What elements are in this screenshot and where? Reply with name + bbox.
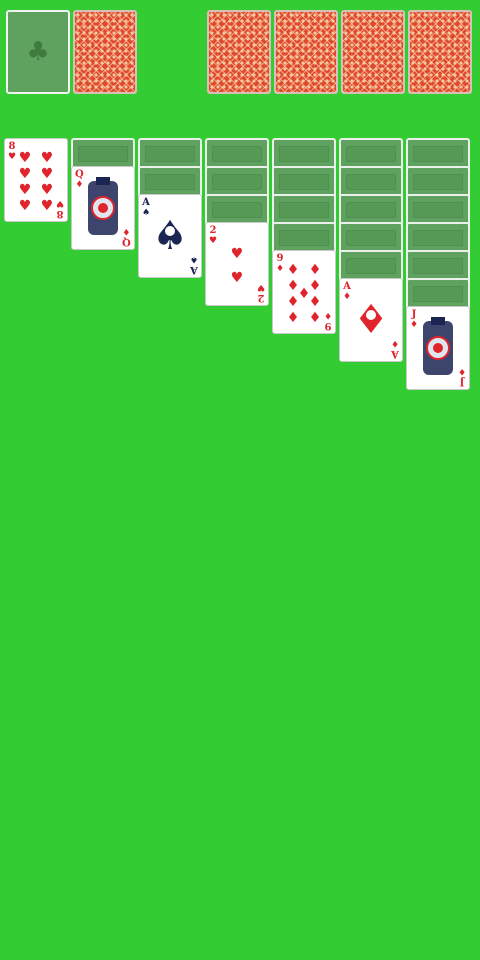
diamond-icon: ♦ <box>122 226 131 236</box>
playing-card-a-of-spades[interactable]: ♠ A♠A♠ <box>138 194 202 278</box>
card-corner-index: J ♦ <box>457 366 466 387</box>
card-rank: A <box>391 348 399 359</box>
foundation-pile-4[interactable] <box>408 10 472 94</box>
card-corner-index: 8 ♥ <box>55 198 64 219</box>
card-rank: A <box>343 281 351 292</box>
card-rank: Q <box>75 169 84 180</box>
stock-pile[interactable]: ♣ <box>6 10 70 94</box>
card-rank: J <box>459 376 465 387</box>
card-corner-index: A ♦ <box>390 338 399 359</box>
spade-icon: ♠ <box>189 254 198 264</box>
diamond-icon: ♦ <box>457 366 466 376</box>
card-corner-index: A ♠ <box>142 198 150 218</box>
svg-text:♥: ♥ <box>231 246 244 262</box>
card-rank: Q <box>122 236 131 247</box>
diamond-icon: ♦ <box>276 264 285 274</box>
foundation-pile-1[interactable] <box>207 10 271 94</box>
playing-card-a-of-diamonds[interactable]: ♦ A♦A♦ <box>339 278 403 362</box>
playing-card-j-of-diamonds[interactable]: J ♦ J ♦ <box>406 306 470 390</box>
card-corner-index: A ♠ <box>189 254 198 275</box>
svg-text:♦: ♦ <box>309 278 322 294</box>
diamond-icon: ♦ <box>410 320 419 330</box>
card-rank: 9 <box>276 253 284 264</box>
diamond-icon: ♦ <box>390 338 399 348</box>
card-rank: 8 <box>8 141 16 152</box>
club-icon: ♣ <box>26 37 50 67</box>
spade-icon: ♠ <box>142 208 151 218</box>
playing-card-2-of-hearts[interactable]: ♥ ♥ 2 ♥ 2 ♥ <box>205 222 269 306</box>
svg-text:♦: ♦ <box>309 310 322 326</box>
svg-text:♥: ♥ <box>41 198 54 214</box>
svg-text:♥: ♥ <box>231 270 244 286</box>
card-corner-index: 2 ♥ <box>256 282 265 303</box>
svg-text:♦: ♦ <box>309 294 322 310</box>
svg-text:♥: ♥ <box>19 166 32 182</box>
svg-text:♥: ♥ <box>41 182 54 198</box>
card-rank: 9 <box>324 320 332 331</box>
card-corner-index: J ♦ <box>410 310 418 330</box>
diamond-icon: ♦ <box>343 292 352 302</box>
svg-text:♥: ♥ <box>19 150 32 166</box>
foundation-pile-2[interactable] <box>274 10 338 94</box>
card-rank: J <box>411 309 417 320</box>
svg-text:♥: ♥ <box>41 166 54 182</box>
card-corner-index: 2 ♥ <box>209 226 217 246</box>
card-corner-index: 9 ♦ <box>323 310 332 331</box>
card-corner-index: A ♦ <box>343 282 351 302</box>
svg-text:♦: ♦ <box>287 262 300 278</box>
heart-icon: ♥ <box>55 198 64 208</box>
svg-text:♥: ♥ <box>19 182 32 198</box>
heart-icon: ♥ <box>256 282 265 292</box>
svg-text:♦: ♦ <box>309 262 322 278</box>
waste-pile-card-back[interactable] <box>73 10 137 94</box>
playing-card-9-of-diamonds[interactable]: ♦ ♦ ♦ ♦ ♦ ♦ ♦ ♦ ♦ 9 ♦ 9 ♦ <box>272 250 336 334</box>
card-rank: 2 <box>257 292 265 303</box>
svg-text:♦: ♦ <box>287 310 300 326</box>
card-rank: 2 <box>209 225 217 236</box>
card-corner-index: 9 ♦ <box>276 254 284 274</box>
playing-card-q-of-diamonds[interactable]: Q ♦ Q ♦ <box>71 166 135 250</box>
card-rank: 8 <box>56 208 64 219</box>
svg-text:♦: ♦ <box>287 294 300 310</box>
diamond-icon: ♦ <box>75 180 84 190</box>
heart-icon: ♥ <box>8 152 17 162</box>
foundation-pile-3[interactable] <box>341 10 405 94</box>
svg-text:♥: ♥ <box>19 198 32 214</box>
playing-card-8-of-hearts[interactable]: ♥ ♥ ♥ ♥ ♥ ♥ ♥ ♥ 8 ♥ 8 ♥ <box>4 138 68 222</box>
diamond-icon: ♦ <box>323 310 332 320</box>
heart-icon: ♥ <box>209 236 218 246</box>
card-rank: A <box>190 264 198 275</box>
card-rank: A <box>142 197 150 208</box>
svg-text:♥: ♥ <box>41 150 54 166</box>
card-corner-index: Q ♦ <box>75 170 84 190</box>
card-corner-index: 8 ♥ <box>8 142 16 162</box>
card-corner-index: Q ♦ <box>122 226 131 247</box>
